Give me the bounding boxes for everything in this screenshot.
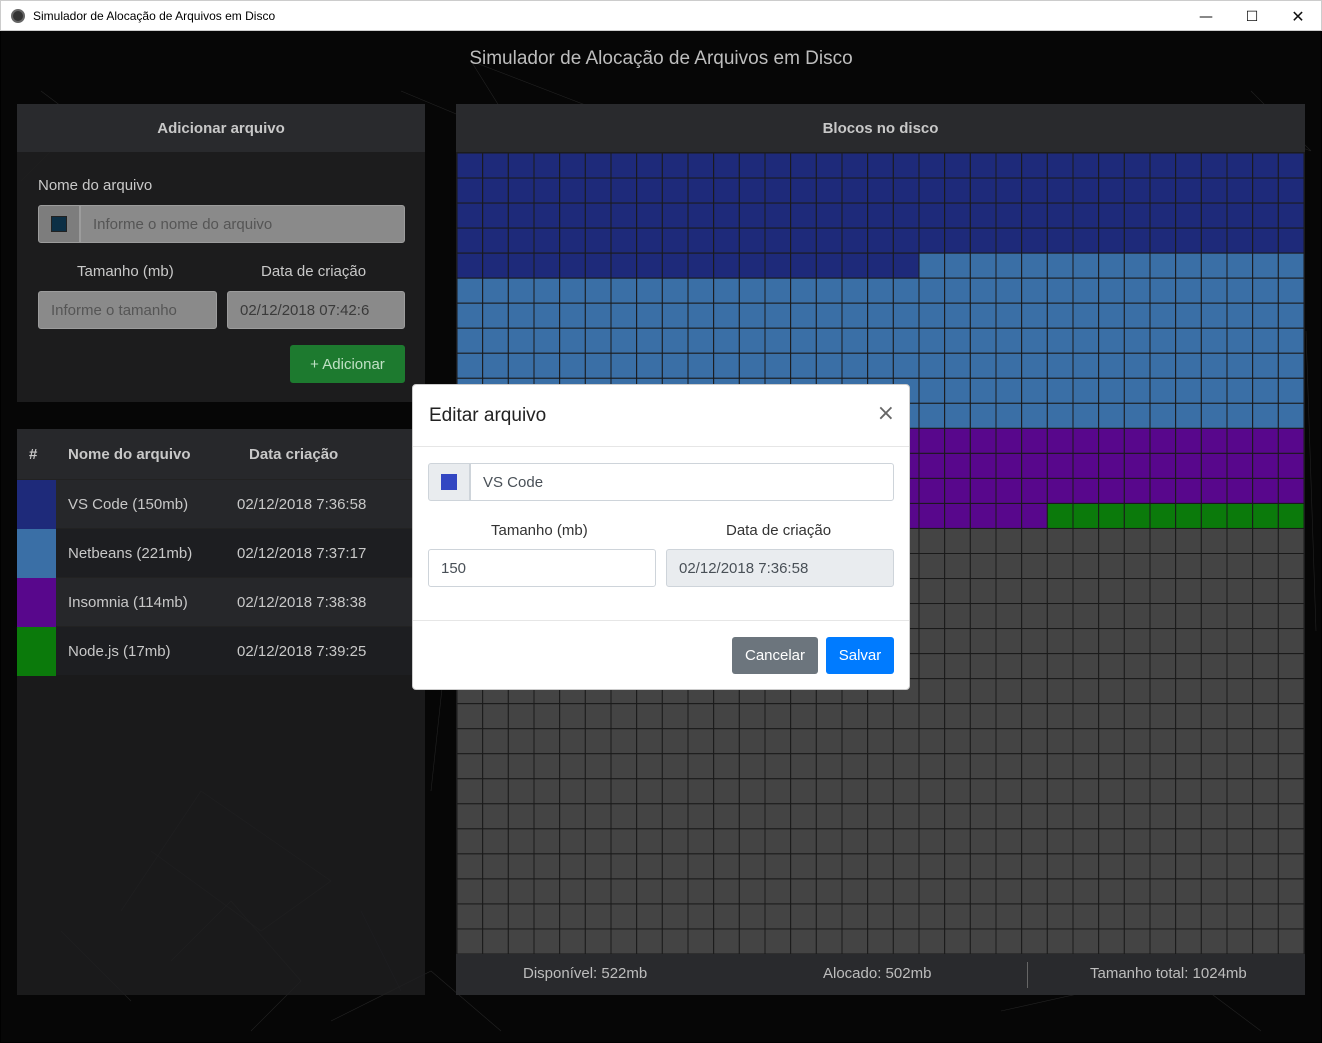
- edit-size-input[interactable]: 150: [428, 549, 656, 587]
- edit-size-label: Tamanho (mb): [491, 522, 588, 539]
- edit-name-input[interactable]: VS Code: [470, 463, 894, 501]
- cancel-button[interactable]: Cancelar: [732, 637, 818, 674]
- save-button[interactable]: Salvar: [826, 637, 894, 674]
- modal-footer: Cancelar Salvar: [413, 620, 909, 690]
- edit-date-input: 02/12/2018 7:36:58: [666, 549, 894, 587]
- close-icon[interactable]: ×: [877, 401, 895, 426]
- edit-color-swatch: [441, 474, 457, 490]
- edit-color-picker-button[interactable]: [428, 463, 470, 501]
- modal-title: Editar arquivo: [429, 405, 547, 426]
- edit-file-modal: Editar arquivo × VS Code Tamanho (mb) Da…: [412, 384, 910, 690]
- modal-header: Editar arquivo ×: [413, 385, 909, 447]
- edit-date-label: Data de criação: [726, 522, 832, 539]
- modal-overlay: Editar arquivo × VS Code Tamanho (mb) Da…: [0, 0, 1322, 1043]
